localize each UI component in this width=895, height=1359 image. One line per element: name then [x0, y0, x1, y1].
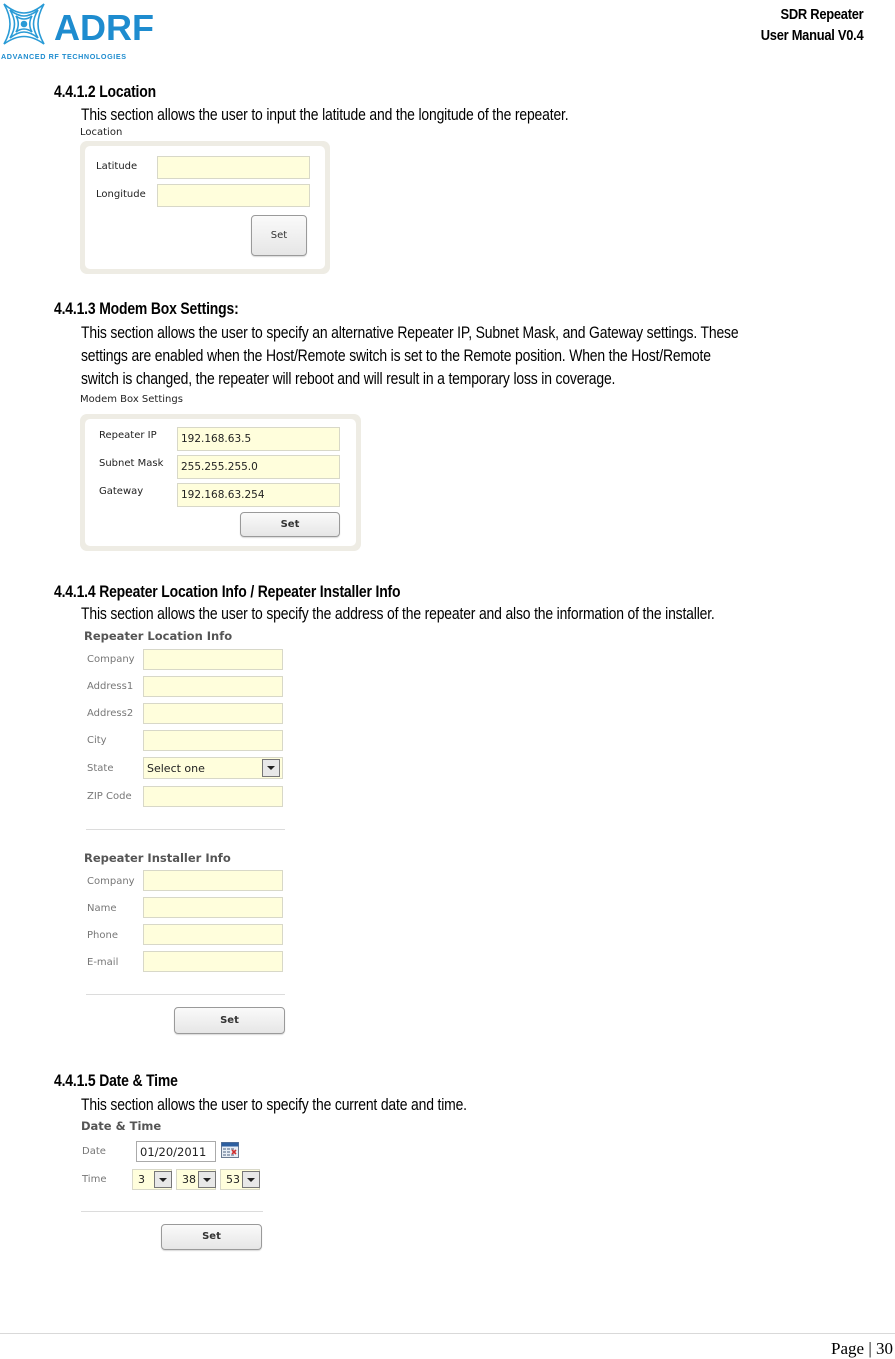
section-body-datetime: This section allows the user to specify … [81, 1095, 467, 1114]
installer-company-input[interactable] [143, 870, 283, 891]
address1-input[interactable] [143, 676, 283, 697]
subnet-mask-input[interactable]: 255.255.255.0 [177, 455, 340, 479]
date-time-title: Date & Time [81, 1119, 162, 1133]
logo-tagline: ADVANCED RF TECHNOLOGIES [1, 52, 127, 61]
section-heading-datetime: 4.4.1.5 Date & Time [54, 1071, 178, 1090]
divider [86, 994, 285, 995]
location-caption: Location [80, 127, 123, 138]
modem-set-button[interactable]: Set [240, 512, 340, 537]
gateway-label: Gateway [99, 486, 144, 497]
installer-email-input[interactable] [143, 951, 283, 972]
divider [81, 1211, 263, 1212]
modem-body-line-3: switch is changed, the repeater will reb… [81, 369, 616, 388]
hour-dropdown-arrow-icon[interactable] [154, 1171, 172, 1188]
divider [86, 829, 285, 830]
city-input[interactable] [143, 730, 283, 751]
repeater-ip-label: Repeater IP [99, 430, 157, 441]
repeater-ip-input[interactable]: 192.168.63.5 [177, 427, 340, 451]
location-company-input[interactable] [143, 649, 283, 670]
footer-divider [0, 1333, 895, 1334]
modem-panel: Repeater IP 192.168.63.5 Subnet Mask 255… [80, 414, 361, 551]
installer-name-input[interactable] [143, 897, 283, 918]
datetime-set-button[interactable]: Set [161, 1224, 262, 1250]
subnet-mask-label: Subnet Mask [99, 458, 164, 469]
longitude-label: Longitude [96, 189, 146, 200]
address1-label: Address1 [87, 681, 134, 692]
logo-wordmark: ADRF [54, 7, 154, 48]
latitude-input[interactable] [157, 156, 310, 179]
adrf-logo: ADRF ADVANCED RF TECHNOLOGIES [0, 0, 170, 62]
address2-label: Address2 [87, 708, 134, 719]
gateway-input[interactable]: 192.168.63.254 [177, 483, 340, 507]
second-dropdown-arrow-icon[interactable] [242, 1171, 260, 1188]
modem-caption: Modem Box Settings [80, 394, 183, 405]
modem-body-line-1: This section allows the user to specify … [81, 323, 739, 342]
location-set-button[interactable]: Set [251, 215, 307, 256]
installer-company-label: Company [87, 876, 135, 887]
address2-input[interactable] [143, 703, 283, 724]
zip-code-label: ZIP Code [87, 791, 132, 802]
state-label: State [87, 763, 114, 774]
page-number: Page | 30 [831, 1339, 893, 1358]
info-set-button[interactable]: Set [174, 1007, 285, 1034]
installer-email-label: E-mail [87, 957, 119, 968]
time-label: Time [82, 1174, 107, 1185]
calendar-icon[interactable] [221, 1141, 239, 1158]
doc-title: SDR Repeater [780, 6, 863, 23]
city-label: City [87, 735, 107, 746]
latitude-label: Latitude [96, 161, 138, 172]
minute-dropdown-arrow-icon[interactable] [198, 1171, 216, 1188]
section-body-info: This section allows the user to specify … [81, 604, 715, 623]
doc-subtitle: User Manual V0.4 [760, 27, 863, 44]
state-dropdown-arrow-icon[interactable] [262, 759, 280, 777]
installer-name-label: Name [87, 903, 117, 914]
location-company-label: Company [87, 654, 135, 665]
section-heading-info: 4.4.1.4 Repeater Location Info / Repeate… [54, 582, 401, 601]
zip-code-input[interactable] [143, 786, 283, 807]
section-body-location: This section allows the user to input th… [81, 105, 569, 124]
section-heading-modem: 4.4.1.3 Modem Box Settings: [54, 299, 239, 318]
document-header: SDR Repeater User Manual V0.4 [760, 4, 863, 46]
modem-body-line-2: settings are enabled when the Host/Remot… [81, 346, 711, 365]
repeater-installer-info-title: Repeater Installer Info [84, 851, 231, 865]
date-input[interactable]: 01/20/2011 [136, 1141, 216, 1162]
longitude-input[interactable] [157, 184, 310, 207]
repeater-location-info-title: Repeater Location Info [84, 629, 233, 643]
location-panel: Latitude Longitude Set [80, 141, 330, 274]
installer-phone-input[interactable] [143, 924, 283, 945]
section-heading-location: 4.4.1.2 Location [54, 82, 156, 101]
installer-phone-label: Phone [87, 930, 118, 941]
antenna-logo-icon [3, 3, 45, 45]
date-label: Date [82, 1146, 106, 1157]
